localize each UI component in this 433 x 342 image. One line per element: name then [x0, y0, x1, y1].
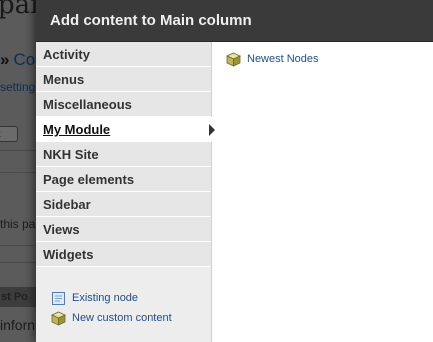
modal-header: Add content to Main column — [36, 0, 433, 42]
background-divider — [0, 245, 40, 246]
cube-icon — [51, 311, 66, 326]
breadcrumb-arrow: » — [0, 50, 10, 69]
category-miscellaneous[interactable]: Miscellaneous — [36, 92, 211, 117]
category-page-elements[interactable]: Page elements — [36, 167, 211, 192]
category-nkh-site[interactable]: NKH Site — [36, 142, 211, 167]
background-divider — [0, 172, 40, 173]
content-list: Newest Nodes — [226, 50, 319, 68]
cube-icon — [226, 52, 241, 67]
category-my-module[interactable]: My Module — [36, 117, 215, 142]
breadcrumb-link: Co — [13, 50, 36, 69]
background-settings-link: setting — [0, 80, 36, 94]
newest-nodes-label: Newest Nodes — [247, 53, 319, 65]
active-arrow-icon — [209, 124, 215, 136]
newest-nodes-link[interactable]: Newest Nodes — [226, 50, 319, 68]
background-panel-header: st Po — [0, 287, 40, 307]
document-icon — [52, 291, 65, 305]
background-info-text: inforn — [0, 317, 36, 333]
screen: panels_layout_default »Co setting t this… — [0, 0, 433, 342]
category-sidebar[interactable]: Sidebar — [36, 192, 211, 217]
category-menus[interactable]: Menus — [36, 67, 211, 92]
new-custom-content-link[interactable]: New custom content — [51, 308, 172, 328]
category-activity[interactable]: Activity — [36, 42, 211, 67]
category-sidebar: Activity Menus Miscellaneous My Module N… — [36, 42, 215, 342]
background-select: t — [0, 126, 18, 142]
add-content-modal: Add content to Main column Activity Menu… — [36, 0, 433, 342]
background-divider — [0, 262, 40, 263]
category-views[interactable]: Views — [36, 217, 211, 242]
existing-node-link[interactable]: Existing node — [51, 288, 172, 308]
background-divider — [0, 150, 40, 151]
sidebar-links: Existing node New custom content — [51, 288, 172, 328]
background-breadcrumb: » Co — [0, 50, 35, 70]
category-widgets[interactable]: Widgets — [36, 242, 211, 267]
category-list: Activity Menus Miscellaneous My Module N… — [36, 42, 215, 267]
background-text: this pa — [0, 217, 36, 231]
existing-node-label: Existing node — [72, 292, 139, 304]
new-custom-content-label: New custom content — [72, 312, 172, 324]
category-label: My Module — [43, 122, 111, 137]
modal-title: Add content to Main column — [50, 12, 252, 29]
